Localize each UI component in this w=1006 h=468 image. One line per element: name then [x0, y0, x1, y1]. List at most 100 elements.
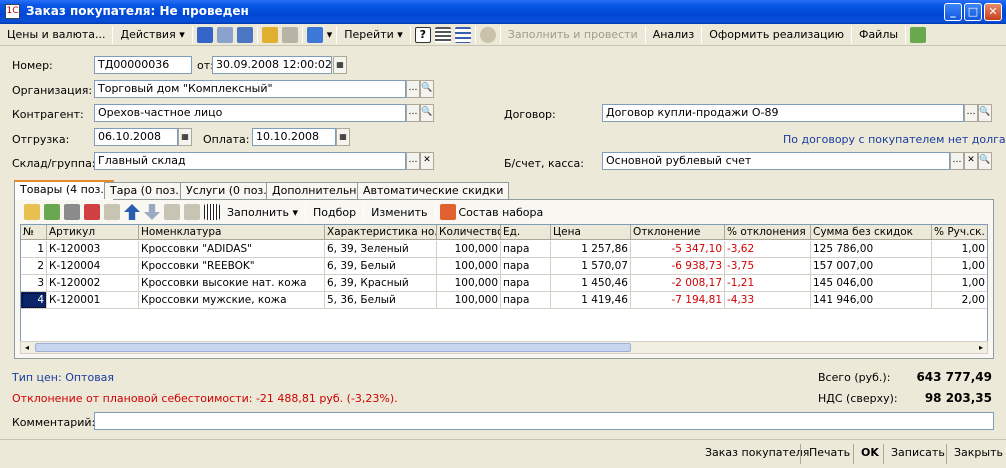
table-cell-manual-discount-percent[interactable]: 1,00	[932, 275, 987, 292]
table-cell-product[interactable]: Кроссовки "REEBOK"	[139, 258, 325, 275]
select-button[interactable]: …	[406, 104, 420, 122]
column-header-article[interactable]: Артикул	[47, 225, 139, 240]
table-cell-quantity[interactable]: 100,000	[437, 258, 501, 275]
contract-debt-link[interactable]: По договору с покупателем нет долга	[783, 133, 1006, 146]
contractor-field[interactable]: Орехов-частное лицо	[94, 104, 406, 122]
select-button[interactable]: …	[406, 80, 420, 98]
table-cell-price[interactable]: 1 419,46	[551, 292, 631, 309]
table-cell-unit[interactable]: пара	[501, 275, 551, 292]
table-cell-row-number[interactable]: 3	[21, 275, 47, 292]
add-row-icon[interactable]	[24, 204, 40, 220]
table-cell-quantity[interactable]: 100,000	[437, 292, 501, 309]
move-up-icon[interactable]	[124, 204, 140, 220]
checklist-icon[interactable]	[454, 26, 471, 43]
table-cell-sum-without-discount[interactable]: 145 046,00	[811, 275, 932, 292]
table-cell-unit[interactable]: пара	[501, 258, 551, 275]
table-cell-unit[interactable]: пара	[501, 292, 551, 309]
selection-button[interactable]: Подбор	[308, 202, 361, 222]
help-icon[interactable]: ?	[414, 26, 431, 43]
table-cell-price[interactable]: 1 257,86	[551, 241, 631, 258]
table-cell-deviation-percent[interactable]: -1,21	[725, 275, 811, 292]
table-cell-article[interactable]: К-120004	[47, 258, 139, 275]
close-window-button[interactable]: ✕	[984, 3, 1002, 21]
table-cell-manual-discount-percent[interactable]: 1,00	[932, 258, 987, 275]
table-cell-manual-discount-percent[interactable]: 1,00	[932, 241, 987, 258]
analysis-button[interactable]: Анализ	[648, 25, 700, 45]
column-header-sum-without-discount[interactable]: Сумма без скидок	[811, 225, 932, 240]
open-search-icon[interactable]: 🔍	[420, 80, 434, 98]
table-cell-deviation[interactable]: -2 008,17	[631, 275, 725, 292]
fill-menu[interactable]: Заполнить ▾	[222, 202, 303, 222]
table-cell-product[interactable]: Кроссовки "ADIDAS"	[139, 241, 325, 258]
post-icon[interactable]	[261, 26, 278, 43]
table-cell-deviation-percent[interactable]: -3,62	[725, 241, 811, 258]
column-header-manual-discount-percent[interactable]: % Руч.ск.	[932, 225, 987, 240]
calendar-icon[interactable]: ▦	[336, 128, 350, 146]
scroll-right-icon[interactable]: ▸	[975, 342, 987, 353]
open-search-icon[interactable]: 🔍	[978, 104, 992, 122]
table-cell-deviation[interactable]: -7 194,81	[631, 292, 725, 309]
tab-additional[interactable]: Дополнительно	[266, 182, 370, 199]
table-cell-sum-without-discount[interactable]: 141 946,00	[811, 292, 932, 309]
warehouse-field[interactable]: Главный склад	[94, 152, 406, 170]
clear-icon[interactable]: ✕	[420, 152, 434, 170]
table-cell-characteristic[interactable]: 6, 39, Белый	[325, 258, 437, 275]
sort-desc-icon[interactable]	[184, 204, 200, 220]
column-header-characteristic[interactable]: Характеристика но...	[325, 225, 437, 240]
column-header-row-number[interactable]: №	[21, 225, 47, 240]
maximize-button[interactable]: □	[964, 3, 982, 21]
table-cell-sum-without-discount[interactable]: 157 007,00	[811, 258, 932, 275]
clear-icon[interactable]: ✕	[964, 152, 978, 170]
scroll-left-icon[interactable]: ◂	[21, 342, 33, 353]
comment-field[interactable]	[94, 412, 994, 430]
fill-and-post-button[interactable]: Заполнить и провести	[503, 25, 643, 45]
select-button[interactable]: …	[964, 104, 978, 122]
files-button[interactable]: Файлы	[854, 25, 903, 45]
table-cell-manual-discount-percent[interactable]: 2,00	[932, 292, 987, 309]
column-header-unit[interactable]: Ед.	[501, 225, 551, 240]
list-settings-icon[interactable]	[434, 26, 451, 43]
kit-button[interactable]: Состав набора	[458, 202, 549, 222]
barcode-icon[interactable]	[204, 204, 220, 220]
scroll-thumb[interactable]	[35, 343, 631, 352]
change-button[interactable]: Изменить	[366, 202, 432, 222]
table-cell-price[interactable]: 1 450,46	[551, 275, 631, 292]
tab-auto-discounts[interactable]: Автоматические скидки	[357, 182, 510, 199]
table-cell-row-number[interactable]: 2	[21, 258, 47, 275]
table-cell-characteristic[interactable]: 5, 36, Белый	[325, 292, 437, 309]
save-button[interactable]: Записать	[886, 445, 950, 463]
structure-icon[interactable]	[306, 26, 323, 43]
goto-menu[interactable]: Перейти ▾	[339, 25, 408, 45]
horizontal-scrollbar[interactable]: ◂ ▸	[20, 341, 988, 354]
select-button[interactable]: …	[950, 152, 964, 170]
move-down-icon[interactable]	[144, 204, 160, 220]
table-cell-product[interactable]: Кроссовки высокие нат. кожа	[139, 275, 325, 292]
payment-date-field[interactable]: 10.10.2008	[252, 128, 336, 146]
tab-containers[interactable]: Тара (0 поз.)	[104, 182, 190, 199]
refresh-icon[interactable]	[236, 26, 253, 43]
copy-row-icon[interactable]	[44, 204, 60, 220]
table-cell-price[interactable]: 1 570,07	[551, 258, 631, 275]
tab-goods[interactable]: Товары (4 поз.)	[14, 180, 115, 200]
table-cell-deviation-percent[interactable]: -3,75	[725, 258, 811, 275]
order-button[interactable]: Заказ покупателя	[700, 445, 814, 463]
column-header-deviation[interactable]: Отклонение	[631, 225, 725, 240]
contract-field[interactable]: Договор купли-продажи О-89	[602, 104, 964, 122]
kit-icon[interactable]	[439, 204, 456, 220]
number-field[interactable]: ТД00000036	[94, 56, 192, 74]
open-search-icon[interactable]: 🔍	[420, 104, 434, 122]
close-button[interactable]: Закрыть	[949, 445, 1006, 463]
table-cell-deviation-percent[interactable]: -4,33	[725, 292, 811, 309]
select-button[interactable]: …	[406, 152, 420, 170]
table-cell-characteristic[interactable]: 6, 39, Зеленый	[325, 241, 437, 258]
organization-field[interactable]: Торговый дом "Комплексный"	[94, 80, 406, 98]
price-type-link[interactable]: Тип цен: Оптовая	[12, 371, 114, 384]
open-search-icon[interactable]: 🔍	[978, 152, 992, 170]
table-cell-sum-without-discount[interactable]: 125 786,00	[811, 241, 932, 258]
date-field[interactable]: 30.09.2008 12:00:02	[212, 56, 332, 74]
table-cell-deviation[interactable]: -5 347,10	[631, 241, 725, 258]
table-cell-quantity[interactable]: 100,000	[437, 241, 501, 258]
actions-menu[interactable]: Действия ▾	[115, 25, 189, 45]
column-header-quantity[interactable]: Количество	[437, 225, 501, 240]
table-cell-product[interactable]: Кроссовки мужские, кожа	[139, 292, 325, 309]
